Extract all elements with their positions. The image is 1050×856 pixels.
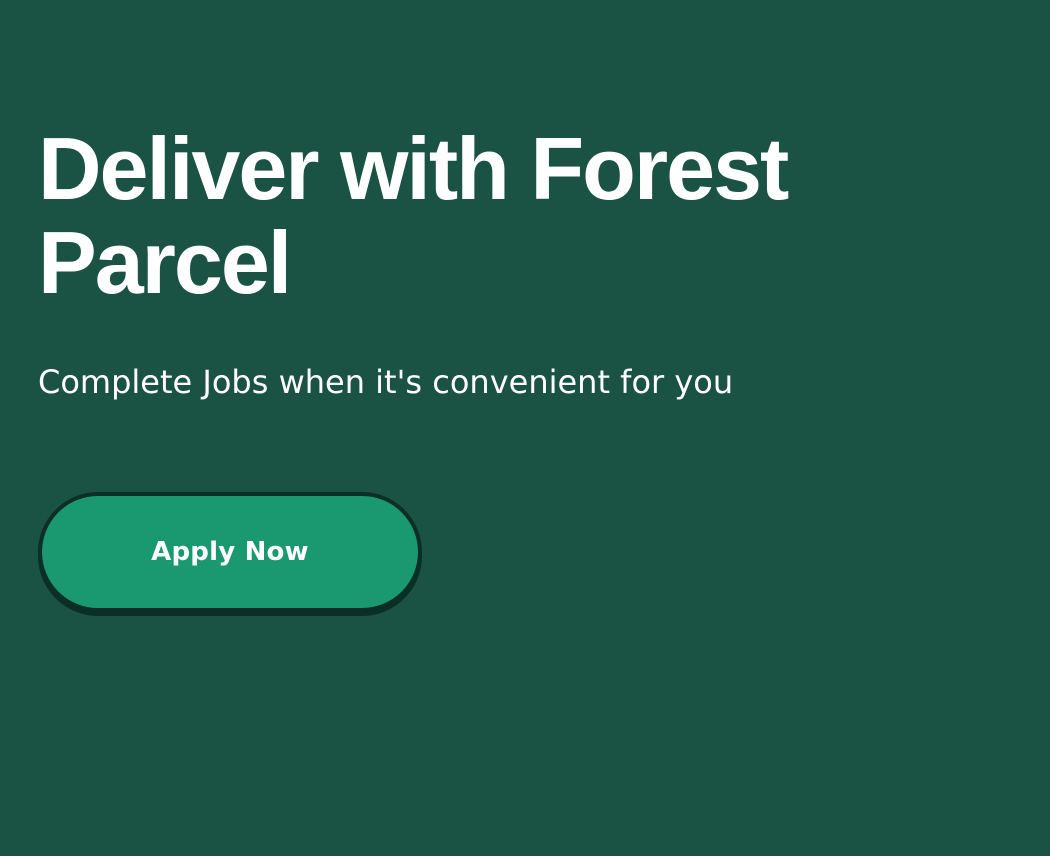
hero-section: Deliver with Forest Parcel Complete Jobs… <box>38 119 938 612</box>
apply-now-label: Apply Now <box>151 537 309 567</box>
hero-title: Deliver with Forest Parcel <box>38 119 789 312</box>
apply-now-button[interactable]: Apply Now <box>38 492 422 612</box>
hero-subtitle: Complete Jobs when it's convenient for y… <box>38 363 734 401</box>
